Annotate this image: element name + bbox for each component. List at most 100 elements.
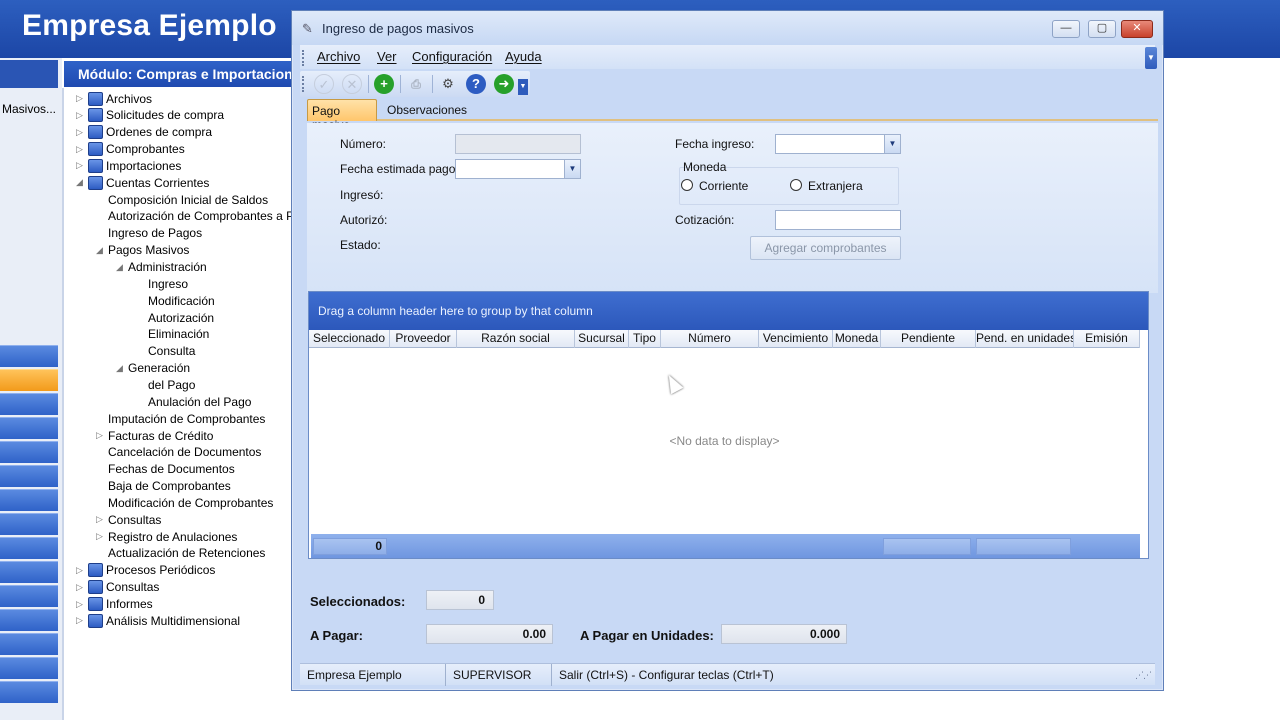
tree-item[interactable]: Baja de Comprobantes	[108, 478, 231, 495]
left-tab-active[interactable]	[0, 369, 58, 391]
tree-item[interactable]: ▷ Importaciones	[76, 157, 181, 174]
left-tab[interactable]	[0, 561, 58, 583]
col-vencimiento[interactable]: Vencimiento	[759, 330, 833, 348]
settings-icon[interactable]: ⚙	[438, 74, 458, 94]
tree-item[interactable]: ◢ Pagos Masivos	[96, 242, 189, 259]
minimize-button[interactable]: —	[1052, 20, 1080, 38]
left-tab[interactable]	[0, 681, 58, 703]
tab-observaciones[interactable]: Observaciones	[383, 99, 469, 121]
collapse-icon[interactable]: ◢	[76, 177, 85, 188]
col-seleccionado[interactable]: Seleccionado	[309, 330, 390, 348]
add-icon[interactable]: +	[374, 74, 394, 94]
tree-item[interactable]: Modificación de Comprobantes	[108, 494, 273, 511]
tree-item[interactable]: Cancelación de Documentos	[108, 444, 261, 461]
fecha-ingreso-combo[interactable]: ▼	[775, 134, 901, 154]
grid-scrollbar[interactable]	[1140, 330, 1148, 534]
left-tab[interactable]	[0, 441, 58, 463]
numero-field[interactable]	[455, 134, 581, 154]
left-tab[interactable]	[0, 585, 58, 607]
help-icon[interactable]: ?	[466, 74, 486, 94]
menu-archivo[interactable]: Archivo	[317, 49, 360, 64]
expand-icon[interactable]: ▷	[76, 110, 85, 121]
expand-icon[interactable]: ▷	[76, 615, 85, 626]
col-sucursal[interactable]: Sucursal	[575, 330, 629, 348]
col-proveedor[interactable]: Proveedor	[390, 330, 457, 348]
left-tab[interactable]	[0, 537, 58, 559]
tree-item[interactable]: Ingreso	[148, 275, 188, 292]
expand-icon[interactable]: ▷	[76, 599, 85, 610]
close-button[interactable]: ✕	[1121, 20, 1153, 38]
tree-item[interactable]: Consulta	[148, 343, 195, 360]
col-numero[interactable]: Número	[661, 330, 759, 348]
tree-item[interactable]: ▷ Procesos Periódicos	[76, 562, 215, 579]
expand-icon[interactable]: ▷	[76, 160, 85, 171]
left-tab[interactable]	[0, 609, 58, 631]
left-tab[interactable]	[0, 489, 58, 511]
menubar-overflow-icon[interactable]: ▼	[1145, 47, 1157, 69]
extranjera-radio[interactable]	[790, 179, 802, 191]
chevron-down-icon[interactable]: ▼	[884, 135, 900, 153]
col-moneda[interactable]: Moneda	[833, 330, 881, 348]
cotizacion-field[interactable]	[775, 210, 901, 230]
tree-item[interactable]: ▷ Consultas	[96, 511, 161, 528]
tree-item[interactable]: Actualización de Retenciones	[108, 545, 265, 562]
group-by-panel[interactable]: Drag a column header here to group by th…	[309, 292, 1148, 330]
tree-item[interactable]: ◢ Cuentas Corrientes	[76, 174, 209, 191]
tree-item[interactable]: ▷ Archivos	[76, 90, 152, 107]
tree-item[interactable]: Composición Inicial de Saldos	[108, 191, 268, 208]
expand-icon[interactable]: ▷	[76, 127, 85, 138]
left-tab[interactable]	[0, 657, 58, 679]
tree-item[interactable]: Fechas de Documentos	[108, 461, 235, 478]
print-icon[interactable]: ⎙	[406, 74, 426, 94]
expand-icon[interactable]: ▷	[96, 430, 105, 441]
tree-item[interactable]: ▷ Registro de Anulaciones	[96, 528, 237, 545]
tree-item[interactable]: ◢ Generación	[116, 360, 190, 377]
corriente-label[interactable]: Corriente	[699, 179, 748, 193]
tree-item[interactable]: ▷ Facturas de Crédito	[96, 427, 213, 444]
tree-item[interactable]: Anulación del Pago	[148, 393, 251, 410]
fecha-estimada-combo[interactable]: ▼	[455, 159, 581, 179]
tree-item[interactable]: Modificación	[148, 292, 215, 309]
expand-icon[interactable]: ▷	[76, 144, 85, 155]
corriente-radio[interactable]	[681, 179, 693, 191]
panel-divider[interactable]	[62, 88, 64, 720]
agregar-comprobantes-button[interactable]: Agregar comprobantes	[750, 236, 901, 260]
tree-item[interactable]: Imputación de Comprobantes	[108, 410, 265, 427]
left-tab[interactable]	[0, 345, 58, 367]
tree-item[interactable]: ▷ Informes	[76, 596, 153, 613]
col-pend-unidades[interactable]: Pend. en unidades	[976, 330, 1074, 348]
left-tab[interactable]	[0, 633, 58, 655]
tree-item[interactable]: ◢ Administración	[116, 259, 207, 276]
expand-icon[interactable]: ▷	[76, 93, 85, 104]
tree-item[interactable]: del Pago	[148, 376, 195, 393]
col-tipo[interactable]: Tipo	[629, 330, 661, 348]
menu-ver[interactable]: Ver	[377, 49, 397, 64]
col-razon-social[interactable]: Razón social	[457, 330, 575, 348]
tree-item[interactable]: ▷ Análisis Multidimensional	[76, 612, 240, 629]
left-tab[interactable]	[0, 417, 58, 439]
expand-icon[interactable]: ▷	[76, 582, 85, 593]
toolbar-overflow-icon[interactable]: ▼	[518, 79, 528, 95]
left-tab[interactable]	[0, 513, 58, 535]
collapse-icon[interactable]: ◢	[116, 262, 125, 273]
menu-configuracion[interactable]: Configuración	[412, 49, 492, 64]
expand-icon[interactable]: ▷	[96, 514, 105, 525]
menu-ayuda[interactable]: Ayuda	[505, 49, 542, 64]
collapse-icon[interactable]: ◢	[96, 245, 105, 256]
expand-icon[interactable]: ▷	[96, 531, 105, 542]
chevron-down-icon[interactable]: ▼	[564, 160, 580, 178]
col-emision[interactable]: Emisión	[1074, 330, 1140, 348]
dialog-titlebar[interactable]: ✎ Ingreso de pagos masivos — ▢ ✕	[292, 11, 1163, 45]
tree-item[interactable]: ▷ Consultas	[76, 579, 159, 596]
left-tab[interactable]	[0, 465, 58, 487]
tree-item[interactable]: Ingreso de Pagos	[108, 225, 202, 242]
tree-item[interactable]: ▷ Solicitudes de compra	[76, 107, 224, 124]
expand-icon[interactable]: ▷	[76, 565, 85, 576]
resize-grip-icon[interactable]: ⋰⋰	[1135, 670, 1152, 681]
extranjera-label[interactable]: Extranjera	[808, 179, 863, 193]
tree-item[interactable]: ▷ Ordenes de compra	[76, 124, 212, 141]
collapse-icon[interactable]: ◢	[116, 363, 125, 374]
tree-item[interactable]: ▷ Comprobantes	[76, 141, 185, 158]
exit-icon[interactable]: ➜	[494, 74, 514, 94]
tab-pago-masivo[interactable]: Pago masivo	[307, 99, 377, 132]
